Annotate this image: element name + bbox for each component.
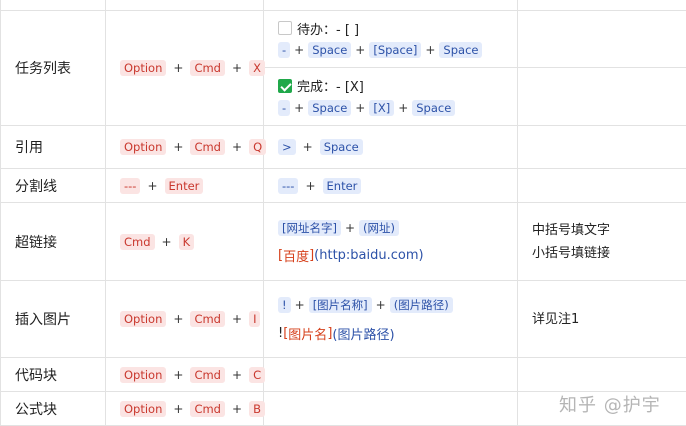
row-name: 任务列表 <box>0 10 106 126</box>
plus-sign: + <box>294 298 305 312</box>
syntax-token: (图片路径) <box>389 297 453 313</box>
checked-checkbox-icon[interactable] <box>278 78 292 93</box>
row-name: 分割线 <box>0 168 106 203</box>
plus-sign: + <box>173 367 184 382</box>
syntax-cell: --- + Enter <box>263 168 518 203</box>
done-label: 完成：- [X] <box>297 80 364 95</box>
table-row: 分割线 --- + Enter --- + Enter <box>0 168 686 203</box>
shortcut-cell: Option + Cmd + Q <box>105 125 267 169</box>
plus-sign: + <box>173 401 184 416</box>
plus-sign: + <box>344 220 356 235</box>
key: Cmd <box>190 311 225 327</box>
key: X <box>249 60 265 76</box>
key: Option <box>120 60 167 76</box>
syntax-token: [Space] <box>369 42 422 58</box>
plus-sign: + <box>294 100 305 115</box>
note-line: 中括号填文字 <box>532 222 611 238</box>
note-cell: 中括号填文字 小括号填链接 <box>517 202 686 281</box>
key: Cmd <box>190 139 225 155</box>
key: C <box>249 366 266 383</box>
plus-sign: + <box>355 100 366 115</box>
plus-sign: + <box>232 140 243 154</box>
plus-sign: + <box>232 61 243 75</box>
key: Option <box>120 139 167 155</box>
row-name: 公式块 <box>0 391 106 426</box>
key: Cmd <box>190 400 225 417</box>
table-row: 插入图片 Option + Cmd + I ! + [图片名称] + (图片路径… <box>0 280 686 358</box>
row-name: 插入图片 <box>0 280 106 358</box>
row-name: 超链接 <box>0 202 106 281</box>
plus-sign: + <box>232 401 243 416</box>
plus-sign: + <box>294 43 305 57</box>
note-line: 详见注1 <box>532 311 580 327</box>
note-cell: 详见注1 <box>517 280 686 358</box>
plus-sign: + <box>161 234 172 249</box>
syntax-token: Space <box>439 42 483 58</box>
plus-sign: + <box>173 140 184 154</box>
syntax-token: Enter <box>322 177 362 194</box>
shortcut-cell: Cmd + K <box>105 202 264 281</box>
watermark: 知乎 @护宇 <box>559 395 661 416</box>
shortcut-cell: Option + Cmd + I <box>105 280 264 358</box>
plus-sign: + <box>305 178 316 193</box>
key: Cmd <box>120 233 155 250</box>
syntax-token: [网址名字] <box>278 219 341 236</box>
table-row: 超链接 Cmd + K [网址名字] + (网址) [百度] (http:baid… <box>0 202 686 281</box>
key: Cmd <box>190 60 225 76</box>
syntax-token: --- <box>278 177 299 194</box>
syntax-token: [X] <box>369 99 395 116</box>
plus-sign: + <box>173 312 184 326</box>
key: Option <box>120 311 167 327</box>
key: K <box>178 233 195 250</box>
shortcut-cell: --- + Enter <box>105 168 264 203</box>
todo-cell: 待办：- [ ] - + Space + [Space] + Space <box>263 10 518 68</box>
shortcut-cell: Option + Cmd + X <box>105 10 265 126</box>
note-line: 小括号填链接 <box>532 245 611 261</box>
syntax-token: > <box>278 139 296 155</box>
key: Option <box>120 400 167 417</box>
table-row: 引用 Option + Cmd + Q > + Space <box>0 125 686 169</box>
key: Q <box>249 139 267 155</box>
done-cell: 完成：- [X] - + Space + [X] + Space <box>263 67 518 126</box>
key: --- <box>120 177 141 194</box>
syntax-token: ! <box>278 297 291 313</box>
plus-sign: + <box>173 61 184 75</box>
plus-sign: + <box>147 178 158 193</box>
syntax-token: - <box>278 42 291 58</box>
key: B <box>249 400 265 417</box>
table-row: 代码块 Option + Cmd + C <box>0 357 686 392</box>
plus-sign: + <box>355 43 366 57</box>
todo-label: 待办：- [ ] <box>297 22 360 38</box>
syntax-token: - <box>278 99 291 116</box>
row-name: 引用 <box>0 125 106 169</box>
table-row <box>0 0 686 11</box>
table-row: 任务列表 Option + Cmd + X 待办：- [ ] - + Space… <box>0 10 686 126</box>
syntax-token: (网址) <box>359 219 400 236</box>
plus-sign: + <box>398 100 409 115</box>
plus-sign: + <box>232 367 243 382</box>
image-example: ![图片名] (图片路径) <box>278 325 395 343</box>
syntax-token: Space <box>412 99 456 116</box>
syntax-cell: > + Space <box>263 125 518 169</box>
plus-sign: + <box>302 140 313 154</box>
shortcut-cell: Option + Cmd + B <box>105 391 265 426</box>
syntax-token: Space <box>319 139 363 155</box>
unchecked-checkbox-icon[interactable] <box>278 21 292 35</box>
syntax-token: Space <box>308 42 352 58</box>
shortcut-table: 任务列表 Option + Cmd + X 待办：- [ ] - + Space… <box>0 0 686 426</box>
syntax-token: Space <box>308 99 352 116</box>
plus-sign: + <box>425 43 436 57</box>
link-example: [百度] (http:baidu.com) <box>278 248 424 265</box>
syntax-cell: [网址名字] + (网址) [百度] (http:baidu.com) <box>263 202 518 281</box>
key: Option <box>120 366 167 383</box>
row-name: 代码块 <box>0 357 106 392</box>
plus-sign: + <box>232 312 243 326</box>
key: Enter <box>164 177 204 194</box>
syntax-cell: ! + [图片名称] + (图片路径) ![图片名] (图片路径) <box>263 280 518 358</box>
syntax-token: [图片名称] <box>308 297 372 313</box>
key: I <box>249 311 261 327</box>
shortcut-cell: Option + Cmd + C <box>105 357 266 392</box>
key: Cmd <box>190 366 225 383</box>
plus-sign: + <box>375 298 386 312</box>
